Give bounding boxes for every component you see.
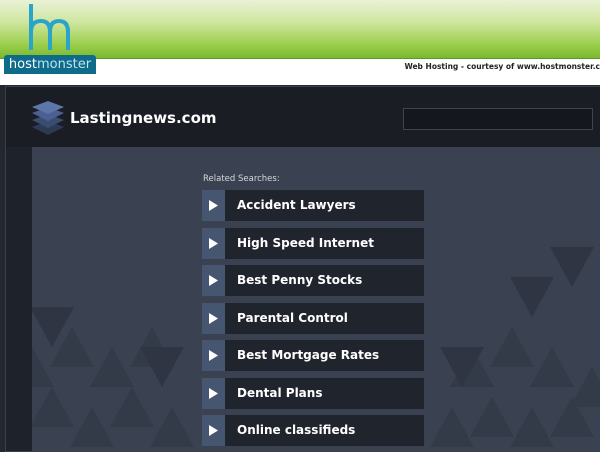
related-link[interactable]: Dental Plans: [202, 377, 424, 409]
arrow-right-icon: [202, 302, 225, 334]
related-link[interactable]: Best Mortgage Rates: [202, 340, 424, 371]
related-link-label: Best Penny Stocks: [237, 273, 363, 287]
arrow-right-icon: [202, 190, 225, 221]
related-searches-label: Related Searches:: [203, 174, 280, 184]
related-link-label: Parental Control: [237, 310, 348, 325]
banner-gap: [0, 75, 600, 85]
arrow-right-icon: [202, 340, 225, 371]
logo-text-host: host: [8, 57, 37, 72]
related-link-label: Online classifieds: [237, 423, 356, 437]
related-link-label: Dental Plans: [237, 385, 323, 400]
related-link[interactable]: Best Penny Stocks: [202, 265, 424, 296]
arrow-right-icon: [202, 265, 225, 296]
arrow-right-icon: [202, 377, 225, 409]
web-hosting-courtesy-link[interactable]: Web Hosting - courtesy of www.hostmonste…: [404, 61, 600, 73]
hostmonster-logo[interactable]: hostmonster: [4, 55, 96, 74]
related-link-label: High Speed Internet: [237, 235, 374, 250]
stack-layers-icon: [32, 101, 64, 135]
logo-text-monster: monster: [37, 57, 92, 72]
site-header: Lastingnews.com: [6, 87, 600, 147]
hostmonster-logo-mark[interactable]: [28, 4, 72, 52]
related-links-list: Accident Lawyers High Speed Internet Bes…: [202, 190, 424, 451]
site-title[interactable]: Lastingnews.com: [70, 109, 217, 127]
related-link[interactable]: Online classifieds: [202, 415, 424, 446]
related-link[interactable]: Accident Lawyers: [202, 190, 424, 221]
parked-page-frame: Lastingnews.com Related Searches: Accide…: [5, 86, 600, 452]
search-input[interactable]: [403, 108, 593, 130]
arrow-right-icon: [202, 415, 225, 446]
related-link[interactable]: Parental Control: [202, 302, 424, 334]
related-link[interactable]: High Speed Internet: [202, 227, 424, 259]
related-link-label: Accident Lawyers: [237, 198, 356, 212]
related-link-label: Best Mortgage Rates: [237, 348, 380, 362]
arrow-right-icon: [202, 227, 225, 259]
content-area: Related Searches: Accident Lawyers High …: [32, 147, 600, 451]
